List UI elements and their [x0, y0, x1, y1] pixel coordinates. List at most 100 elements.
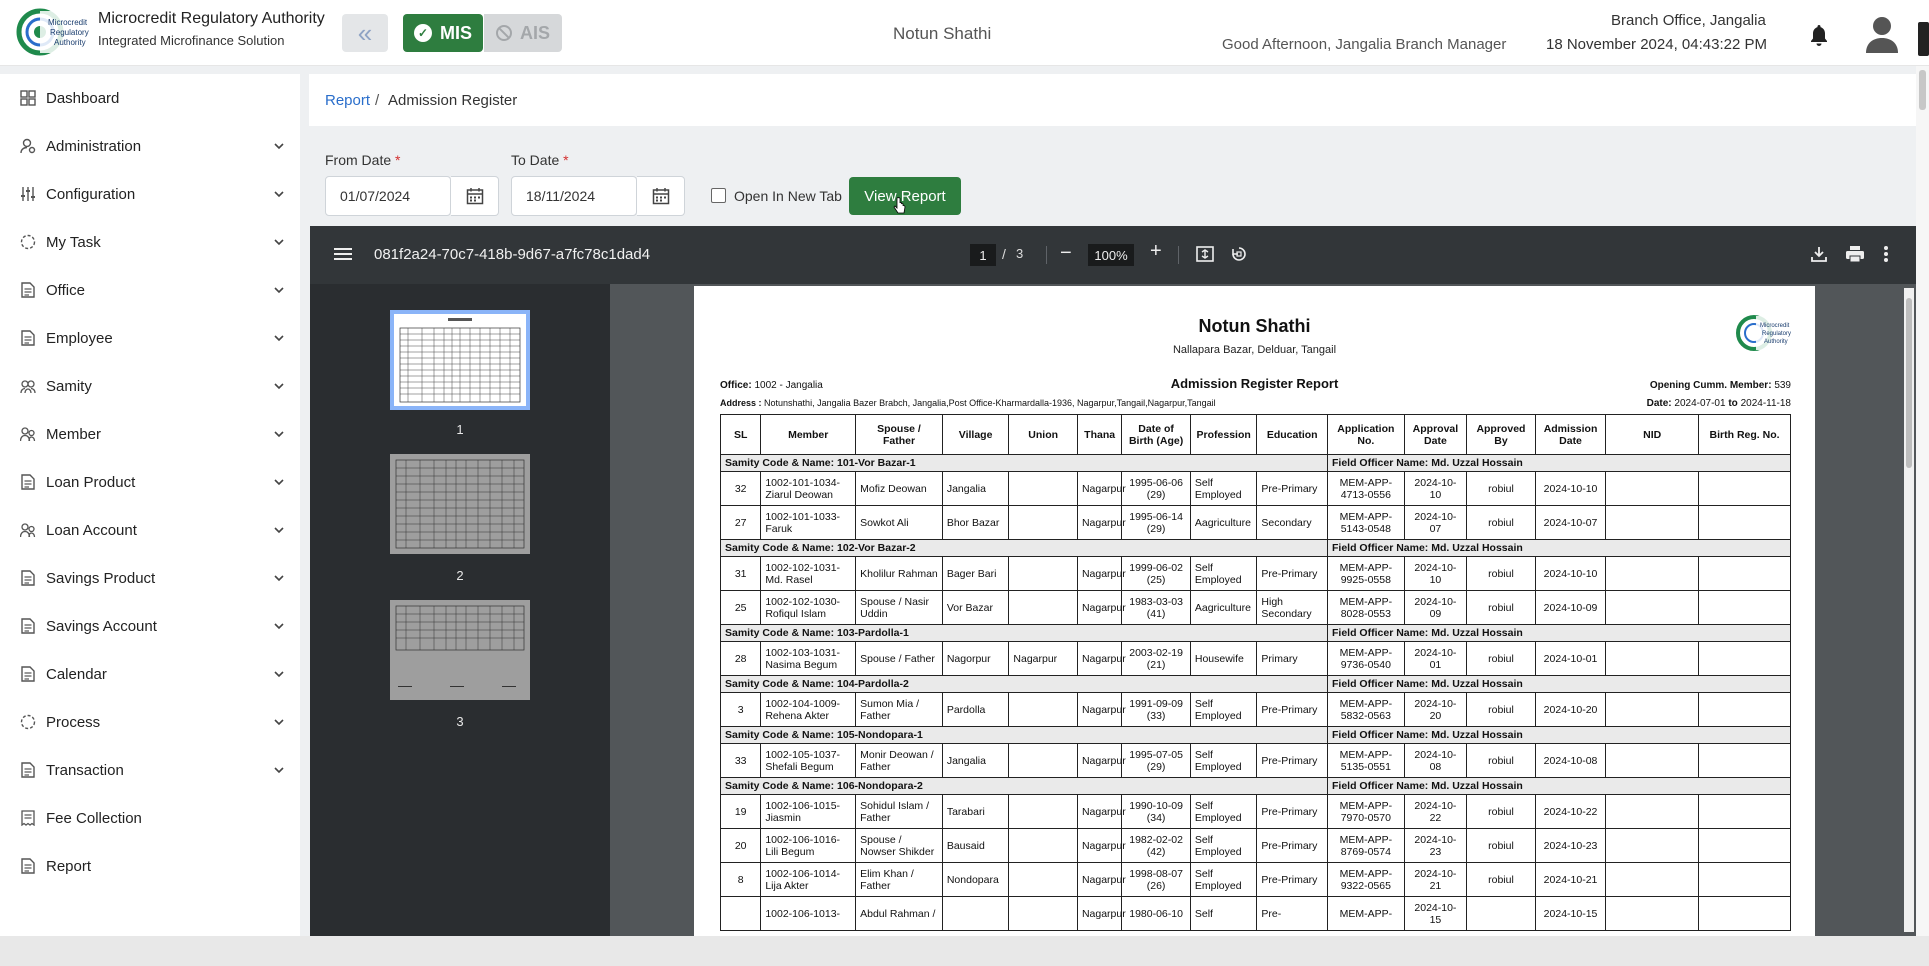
table-cell: 2024-10-22 [1403, 794, 1468, 829]
sidebar-item-loan-product[interactable]: Loan Product [0, 462, 300, 502]
page-thumbnail-1[interactable] [390, 310, 530, 410]
download-icon[interactable] [1810, 245, 1828, 263]
collapse-sidebar-button[interactable]: « [342, 14, 388, 52]
page-scrollbar[interactable] [1916, 66, 1929, 936]
report-office: Office: 1002 - Jangalia [720, 380, 823, 391]
table-cell [1605, 692, 1700, 727]
table-cell [1698, 641, 1791, 676]
sidebar-item-configuration[interactable]: Configuration [0, 174, 300, 214]
scrollbar-thumb[interactable] [1919, 70, 1926, 110]
thumbnail-preview [395, 605, 525, 687]
zoom-level-input[interactable]: 100% [1088, 244, 1134, 266]
table-cell: Nagarpur [1076, 828, 1126, 863]
chevron-down-icon [274, 143, 284, 150]
column-header: Birth Reg. No. [1698, 414, 1791, 455]
sidebar-item-savings-account[interactable]: Savings Account [0, 606, 300, 646]
table-cell: 2024-10-21 [1403, 862, 1468, 897]
more-vertical-icon[interactable] [1883, 245, 1889, 263]
table-cell: Pardolla [941, 692, 1010, 727]
to-date-calendar-button[interactable] [637, 176, 685, 216]
sidebar-item-label: Loan Product [46, 473, 136, 491]
table-cell: Nagarpur [1076, 862, 1126, 897]
samity-name: Samity Code & Name: 101-Vor Bazar-1 [719, 454, 1329, 472]
table-cell: Nondopara [941, 862, 1010, 897]
sidebar-item-samity[interactable]: Samity [0, 366, 300, 406]
sidebar-item-office[interactable]: Office [0, 270, 300, 310]
table-cell [1605, 505, 1700, 540]
column-header: Village [941, 414, 1010, 455]
mis-toggle-button[interactable]: ✓ MIS [403, 14, 483, 52]
sidebar-item-loan-account[interactable]: Loan Account [0, 510, 300, 550]
sidebar-item-dashboard[interactable]: Dashboard [0, 78, 300, 118]
breadcrumb-link-report[interactable]: Report [325, 92, 370, 109]
sidebar-item-employee[interactable]: Employee [0, 318, 300, 358]
table-cell: 28 [719, 641, 762, 676]
table-row: 3 1002-104-1009-Rehena Akter Sumon Mia / F… [719, 692, 1791, 727]
hamburger-menu-icon[interactable] [334, 246, 352, 262]
print-icon[interactable] [1845, 245, 1865, 263]
zoom-in-button[interactable]: + [1150, 240, 1162, 263]
sidebar-item-administration[interactable]: Administration [0, 126, 300, 166]
sidebar-item-savings-product[interactable]: Savings Product [0, 558, 300, 598]
to-date-input[interactable]: 18/11/2024 [511, 176, 637, 216]
circle-dashed-icon [20, 714, 36, 730]
sidebar-item-label: Administration [46, 137, 142, 155]
table-cell: MEM-APP-4713-0556 [1327, 471, 1405, 506]
sidebar-item-label: Configuration [46, 185, 136, 203]
table-cell [1698, 862, 1791, 897]
document-scrollbar[interactable] [1904, 288, 1914, 932]
table-cell: 1002-106-1016-Lili Begum [760, 828, 857, 863]
required-mark: * [563, 152, 569, 168]
table-cell: Sumon Mia / Father [855, 692, 943, 727]
open-new-tab-label[interactable]: Open In New Tab [734, 188, 842, 204]
to-date-label-text: To Date [511, 152, 560, 168]
table-cell: Nagarpur [1076, 471, 1126, 506]
from-date-calendar-button[interactable] [451, 176, 499, 216]
table-row: 27 1002-101-1033-Faruk Sowkot Ali Bhor Baza… [719, 505, 1791, 540]
user-avatar-icon[interactable] [1866, 15, 1898, 53]
page-thumbnail-2[interactable] [390, 454, 530, 554]
ais-toggle-button[interactable]: AIS [484, 14, 562, 52]
table-cell: 3 [719, 692, 762, 727]
fit-page-icon[interactable] [1196, 245, 1214, 263]
zoom-out-button[interactable]: − [1060, 242, 1072, 265]
chevron-down-icon [274, 623, 284, 630]
table-cell: MEM-APP-9925-0558 [1327, 556, 1405, 591]
sliders-icon [21, 187, 35, 201]
document-icon [21, 666, 35, 682]
column-header: Approved By [1466, 414, 1536, 455]
page-thumbnail-3[interactable] [390, 600, 530, 700]
rotate-icon[interactable] [1230, 245, 1248, 263]
sidebar-item-my-task[interactable]: My Task [0, 222, 300, 262]
table-row: 20 1002-106-1016-Lili Begum Spouse / Nowse… [719, 828, 1791, 863]
table-cell: Monir Deowan / Father [855, 743, 943, 778]
sidebar-item-process[interactable]: Process [0, 702, 300, 742]
page-number-input[interactable]: 1 [970, 244, 996, 266]
chevron-down-icon [274, 527, 284, 534]
table-cell [1605, 828, 1700, 863]
sidebar-item-fee-collection[interactable]: Fee Collection [0, 798, 300, 838]
column-header: Date of Birth (Age) [1121, 414, 1191, 455]
scrollbar-thumb[interactable] [1906, 298, 1912, 468]
sidebar-item-calendar[interactable]: Calendar [0, 654, 300, 694]
table-row: 32 1002-101-1034-Ziarul Deowan Mofiz Deowa… [719, 471, 1791, 506]
table-cell: Nagarpur [1076, 896, 1126, 931]
sidebar-item-label: Member [46, 425, 102, 443]
chevron-down-icon [274, 335, 284, 342]
document-icon [21, 762, 35, 778]
samity-name: Samity Code & Name: 106-Nondopara-2 [719, 777, 1329, 795]
samity-name: Samity Code & Name: 102-Vor Bazar-2 [719, 539, 1329, 557]
sidebar-item-member[interactable]: Member [0, 414, 300, 454]
bell-icon[interactable] [1809, 24, 1829, 46]
sidebar-item-transaction[interactable]: Transaction [0, 750, 300, 790]
table-cell: 25 [719, 590, 762, 625]
table-cell: Bager Bari [941, 556, 1010, 591]
table-cell: Pre-Primary [1256, 862, 1329, 897]
sidebar-item-label: Report [46, 857, 92, 875]
sidebar-item-report[interactable]: Report [0, 846, 300, 886]
table-cell: Self [1189, 896, 1258, 931]
open-new-tab-checkbox[interactable] [711, 188, 726, 203]
column-header: Thana [1076, 414, 1123, 455]
table-cell: Sohidul Islam / Father [855, 794, 943, 829]
from-date-input[interactable]: 01/07/2024 [325, 176, 451, 216]
